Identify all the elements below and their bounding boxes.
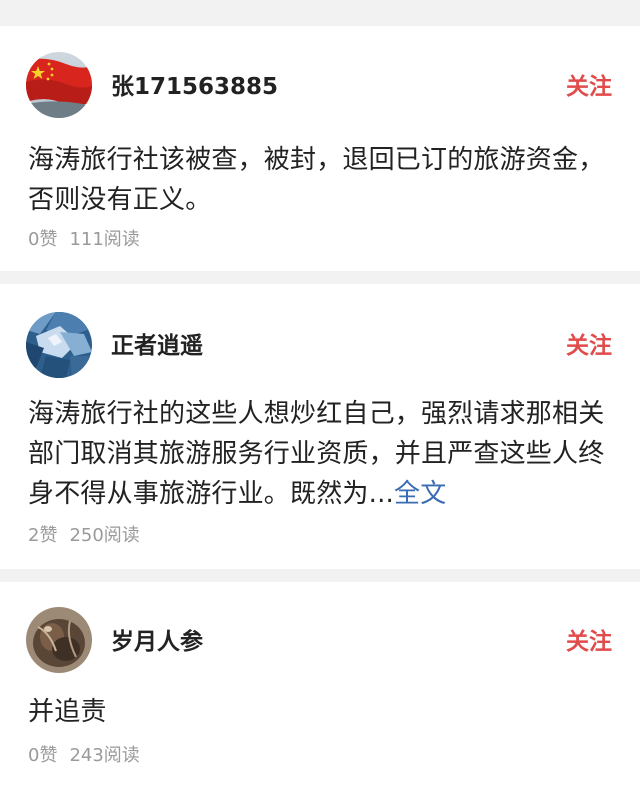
avatar[interactable] (26, 52, 92, 118)
ginseng-avatar-icon (26, 607, 92, 673)
like-count[interactable]: 0赞 (28, 229, 57, 250)
comment-text: 海涛旅行社该被查，被封，退回已订的旅游资金，否则没有正义。 (28, 140, 618, 220)
comment-text: 海涛旅行社的这些人想炒红自己，强烈请求那相关部门取消其旅游服务行业资质，并且严查… (28, 394, 618, 514)
username[interactable]: 张171563885 (111, 72, 278, 102)
like-count[interactable]: 2赞 (28, 525, 57, 546)
comment-stats: 0赞 111阅读 (28, 228, 140, 252)
username[interactable]: 岁月人参 (111, 627, 203, 657)
username[interactable]: 正者逍遥 (111, 331, 203, 361)
blue-abstract-avatar-icon (26, 312, 92, 378)
read-count: 243阅读 (69, 745, 140, 766)
comment-body: 海涛旅行社该被查，被封，退回已订的旅游资金，否则没有正义。 (28, 145, 605, 215)
comment-feed: 张171563885 关注 海涛旅行社该被查，被封，退回已订的旅游资金，否则没有… (0, 0, 640, 801)
comment-text: 并追责 (28, 692, 618, 732)
read-count: 111阅读 (69, 229, 140, 250)
comment-card: 张171563885 关注 海涛旅行社该被查，被封，退回已订的旅游资金，否则没有… (0, 26, 640, 271)
follow-button[interactable]: 关注 (566, 627, 612, 657)
avatar[interactable] (26, 607, 92, 673)
avatar[interactable] (26, 312, 92, 378)
comment-body: 海涛旅行社的这些人想炒红自己，强烈请求那相关部门取消其旅游服务行业资质，并且严查… (28, 399, 605, 509)
comment-stats: 0赞 243阅读 (28, 744, 140, 768)
follow-button[interactable]: 关注 (566, 331, 612, 361)
comment-stats: 2赞 250阅读 (28, 524, 140, 548)
comment-body: 并追责 (28, 697, 107, 727)
like-count[interactable]: 0赞 (28, 745, 57, 766)
china-flag-avatar-icon (26, 52, 92, 118)
read-count: 250阅读 (69, 525, 140, 546)
comment-card: 岁月人参 关注 并追责 0赞 243阅读 (0, 582, 640, 801)
full-text-link[interactable]: 全文 (394, 479, 446, 509)
comment-card: 正者逍遥 关注 海涛旅行社的这些人想炒红自己，强烈请求那相关部门取消其旅游服务行… (0, 284, 640, 569)
follow-button[interactable]: 关注 (566, 72, 612, 102)
